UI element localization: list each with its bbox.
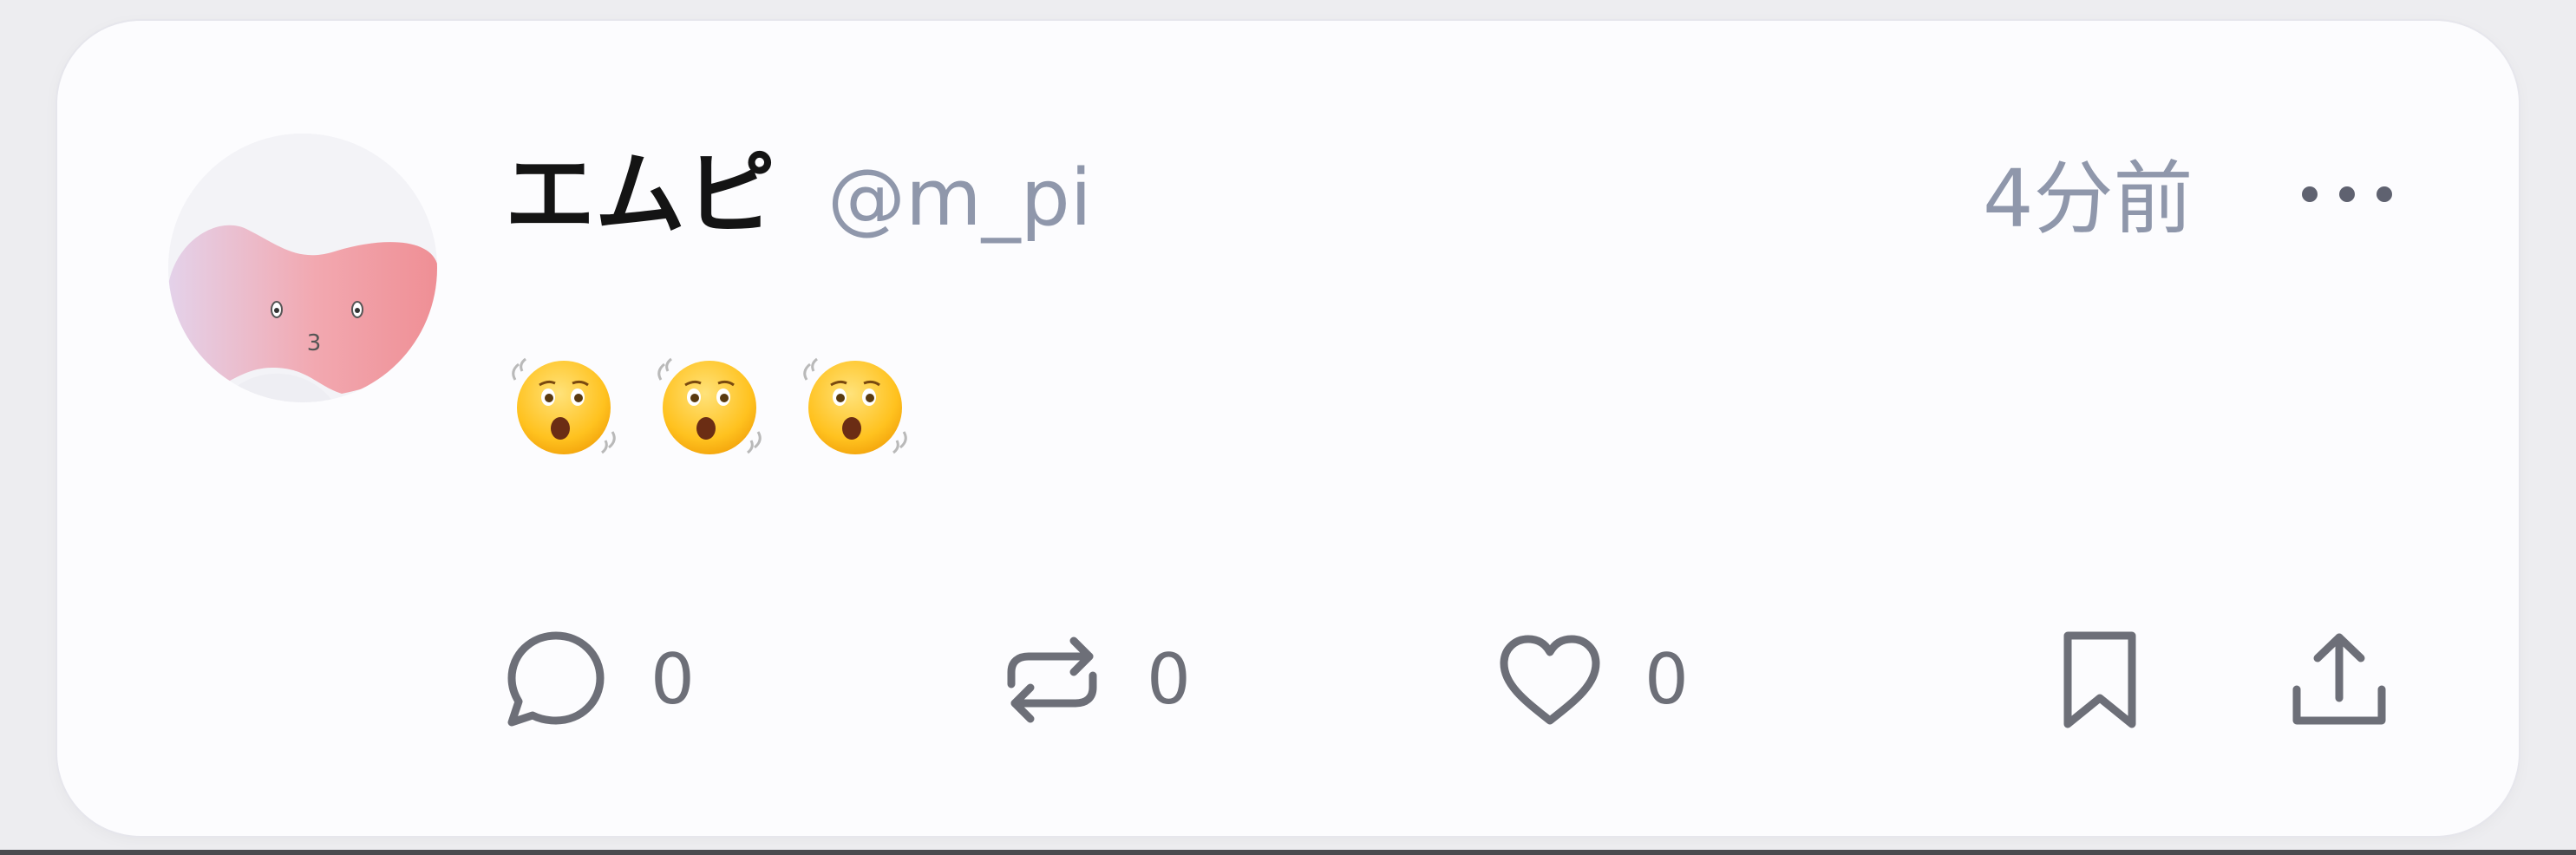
bottom-edge-divider — [0, 850, 2576, 855]
svg-text:3: 3 — [307, 330, 322, 356]
post-body — [503, 345, 916, 467]
share-upload-icon — [2283, 623, 2396, 736]
more-options-button[interactable] — [2286, 168, 2408, 220]
more-dot-icon — [2377, 186, 2392, 202]
bookmark-icon — [2052, 623, 2148, 736]
heart-icon — [1494, 623, 1606, 736]
bookmark-button[interactable] — [2052, 610, 2148, 749]
hushed-face-emoji-icon — [794, 345, 916, 467]
like-count: 0 — [1644, 639, 1689, 720]
cartoon-face-avatar-icon: 3 — [168, 134, 437, 402]
reply-button[interactable]: 0 — [500, 610, 695, 749]
hushed-face-emoji-icon — [649, 345, 770, 467]
reply-count: 0 — [651, 639, 695, 720]
speech-bubble-icon — [500, 623, 612, 736]
author-display-name[interactable]: エムピ — [505, 149, 775, 239]
share-button[interactable] — [2283, 610, 2396, 749]
repost-button[interactable]: 0 — [996, 610, 1191, 749]
more-dot-icon — [2339, 186, 2355, 202]
like-button[interactable]: 0 — [1494, 610, 1689, 749]
post-card[interactable]: 3 エムピ @m_pi 4分前 0 0 0 — [57, 21, 2519, 836]
author-handle[interactable]: @m_pi — [827, 160, 1092, 238]
repost-arrows-icon — [996, 623, 1108, 736]
avatar[interactable]: 3 — [168, 134, 437, 402]
repost-count: 0 — [1147, 639, 1191, 720]
more-dot-icon — [2302, 186, 2318, 202]
hushed-face-emoji-icon — [503, 345, 624, 467]
post-timestamp[interactable]: 4分前 — [1983, 160, 2194, 239]
